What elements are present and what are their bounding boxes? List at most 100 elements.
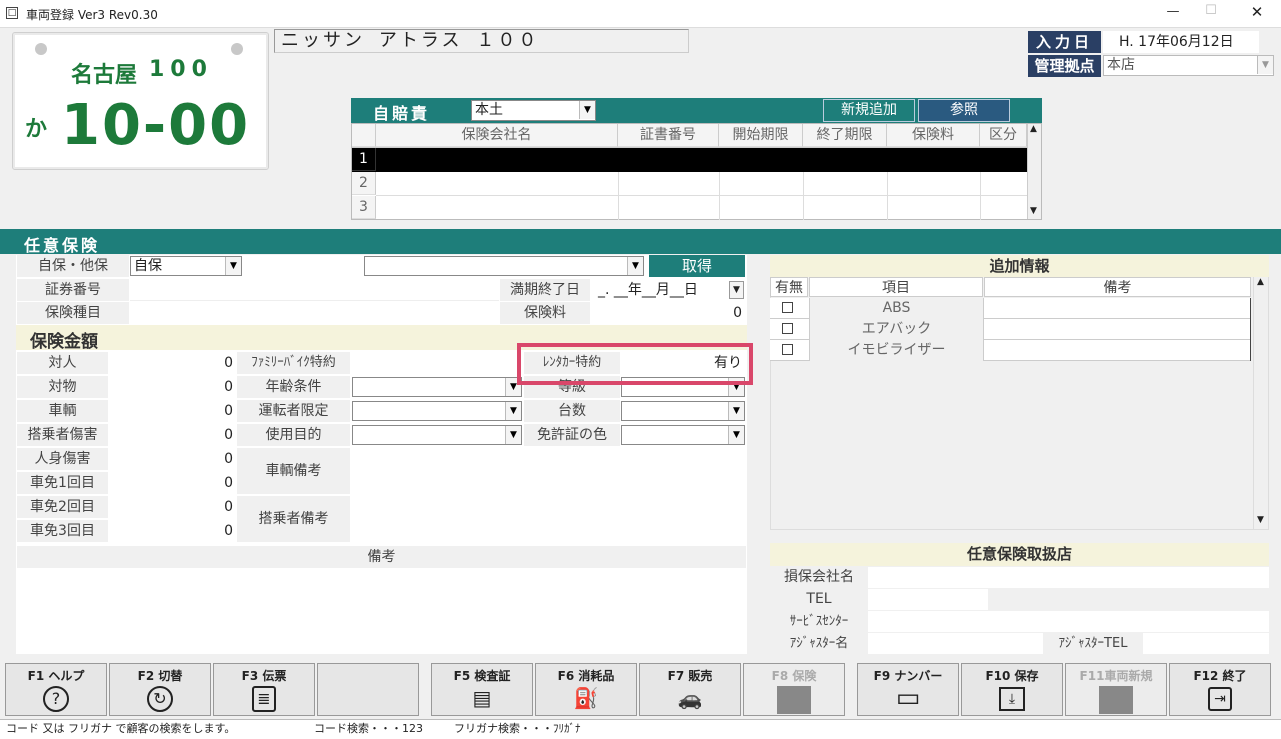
chevron-down-icon: ▼ (505, 426, 521, 444)
f8-insurance-button[interactable]: F8 保険 (743, 663, 845, 716)
amount-label: 車免1回目 (17, 472, 108, 494)
col-start: 開始期限 (719, 124, 803, 147)
jibaiseki-new-button[interactable]: 新規追加 (823, 99, 915, 122)
f9-number-button[interactable]: F9 ナンバー ▭ (857, 663, 959, 716)
item-note[interactable] (983, 319, 1251, 340)
grade-select[interactable]: ▼ (621, 377, 745, 397)
vehicle-name[interactable]: ニッサン アトラス １００ (274, 29, 689, 53)
premium-field[interactable]: 0 (592, 302, 745, 324)
f10-label: F10 保存 (985, 669, 1039, 683)
amount-value[interactable]: 0 (110, 448, 236, 470)
save-icon: ⤓ (999, 687, 1025, 711)
plate-hole-left (35, 43, 47, 55)
extra-col-item: 項目 (809, 277, 983, 297)
switch-icon: ↻ (147, 686, 173, 712)
f1-help-button[interactable]: F1 ヘルプ ? (5, 663, 107, 716)
f3-slip-button[interactable]: F3 伝票 ≣ (213, 663, 315, 716)
chevron-down-icon: ▼ (225, 257, 241, 275)
driver-limit-select[interactable]: ▼ (352, 401, 522, 421)
extra-scrollbar[interactable]: ▲ ▼ (1253, 277, 1268, 529)
passenger-note-field[interactable] (352, 496, 745, 542)
item-note[interactable] (983, 298, 1251, 319)
minimize-button[interactable]: — (1158, 4, 1188, 19)
col-premium: 保険料 (887, 124, 980, 147)
company-select[interactable]: ▼ (364, 256, 644, 276)
checkbox[interactable] (782, 323, 793, 334)
f4-empty-button[interactable] (317, 663, 419, 716)
jibaiseki-ref-button[interactable]: 参照 (918, 99, 1010, 122)
f6-label: F6 消耗品 (557, 669, 615, 683)
f3-label: F3 伝票 (241, 669, 287, 683)
get-button[interactable]: 取得 (649, 255, 745, 277)
list-item[interactable]: イモビライザー (770, 340, 1251, 361)
input-date-value[interactable]: H. 17年06月12日 (1103, 31, 1259, 53)
amount-value[interactable]: 0 (110, 472, 236, 494)
vehicle-note-field[interactable] (352, 448, 745, 494)
grid-col-line (803, 172, 804, 220)
expiry-value: _. __年__月__日 (598, 282, 698, 298)
agency-tel-label: TEL (771, 589, 867, 610)
cert-number-field[interactable] (130, 279, 499, 301)
scroll-up-icon[interactable]: ▲ (1257, 277, 1264, 287)
checkbox[interactable] (782, 344, 793, 355)
f5-inspection-button[interactable]: F5 検査証 ▤ (431, 663, 533, 716)
f5-label: F5 検査証 (453, 669, 511, 683)
remarks-field[interactable] (17, 570, 746, 653)
f11-new-vehicle-button[interactable]: F11車両新規 (1065, 663, 1167, 716)
amount-value[interactable]: 0 (110, 376, 236, 398)
agency-company-field[interactable] (868, 567, 1269, 588)
scroll-down-icon[interactable]: ▼ (1257, 515, 1264, 525)
jibaiseki-region-select[interactable]: 本土 ▼ (471, 100, 596, 121)
expiry-label: 満期終了日 (500, 279, 590, 301)
adjuster-tel-field[interactable] (1143, 633, 1269, 654)
expiry-field[interactable]: _. __年__月__日 ▼ (592, 279, 745, 301)
chevron-down-icon[interactable]: ▼ (729, 281, 744, 299)
purpose-select[interactable]: ▼ (352, 425, 522, 445)
f2-label: F2 切替 (137, 669, 183, 683)
f7-sales-button[interactable]: F7 販売 🚗 (639, 663, 741, 716)
scroll-up-icon[interactable]: ▲ (1030, 124, 1037, 134)
checkbox[interactable] (782, 302, 793, 313)
maximize-button[interactable]: ☐ (1196, 3, 1226, 18)
table-row[interactable] (376, 196, 1027, 220)
table-row[interactable] (352, 148, 1027, 172)
scroll-down-icon[interactable]: ▼ (1030, 206, 1037, 216)
chevron-down-icon: ▼ (627, 257, 643, 275)
amount-value[interactable]: 0 (110, 424, 236, 446)
count-select[interactable]: ▼ (621, 401, 745, 421)
plate-hole-right (231, 43, 243, 55)
adjuster-tel-label: ｱｼﾞｬｽﾀｰTEL (1044, 633, 1142, 654)
nini-section-title: 任意保険 (24, 236, 101, 255)
adjuster-field[interactable] (868, 633, 1043, 654)
f6-consumables-button[interactable]: F6 消耗品 ⛽ (535, 663, 637, 716)
family-bike-field[interactable] (352, 352, 522, 374)
f2-switch-button[interactable]: F2 切替 ↻ (109, 663, 211, 716)
chevron-down-icon: ▼ (728, 378, 744, 396)
self-other-select[interactable]: 自保 ▼ (130, 256, 242, 276)
amount-value[interactable]: 0 (110, 352, 236, 374)
agency-tel-field[interactable] (868, 589, 988, 610)
f10-save-button[interactable]: F10 保存 ⤓ (961, 663, 1063, 716)
amount-label: 対人 (17, 352, 108, 374)
list-item[interactable]: ABS (770, 298, 1251, 319)
license-color-select[interactable]: ▼ (621, 425, 745, 445)
amount-value[interactable]: 0 (110, 520, 236, 542)
close-button[interactable]: ✕ (1242, 3, 1272, 21)
agency-company-label: 損保会社名 (771, 567, 867, 588)
grid-scrollbar[interactable]: ▲ ▼ (1027, 124, 1041, 219)
table-row[interactable] (376, 172, 1027, 196)
status-bar: コード 又は フリガナ で顧客の検索をします。 コード検索・・・123 フリガナ… (0, 719, 1281, 739)
agency-service-field[interactable] (868, 611, 1269, 632)
col-type: 区分 (980, 124, 1027, 147)
insurance-type-field[interactable] (130, 302, 499, 324)
age-select[interactable]: ▼ (352, 377, 522, 397)
f12-exit-button[interactable]: F12 終了 ⇥ (1169, 663, 1271, 716)
amount-value[interactable]: 0 (110, 400, 236, 422)
amount-label: 車免2回目 (17, 496, 108, 518)
list-item[interactable]: エアバック (770, 319, 1251, 340)
amount-value[interactable]: 0 (110, 496, 236, 518)
col-cert: 証書番号 (618, 124, 719, 147)
item-note[interactable] (983, 340, 1251, 361)
rental-value[interactable]: 有り (621, 352, 745, 374)
base-select[interactable]: 本店 ▼ (1103, 55, 1274, 76)
